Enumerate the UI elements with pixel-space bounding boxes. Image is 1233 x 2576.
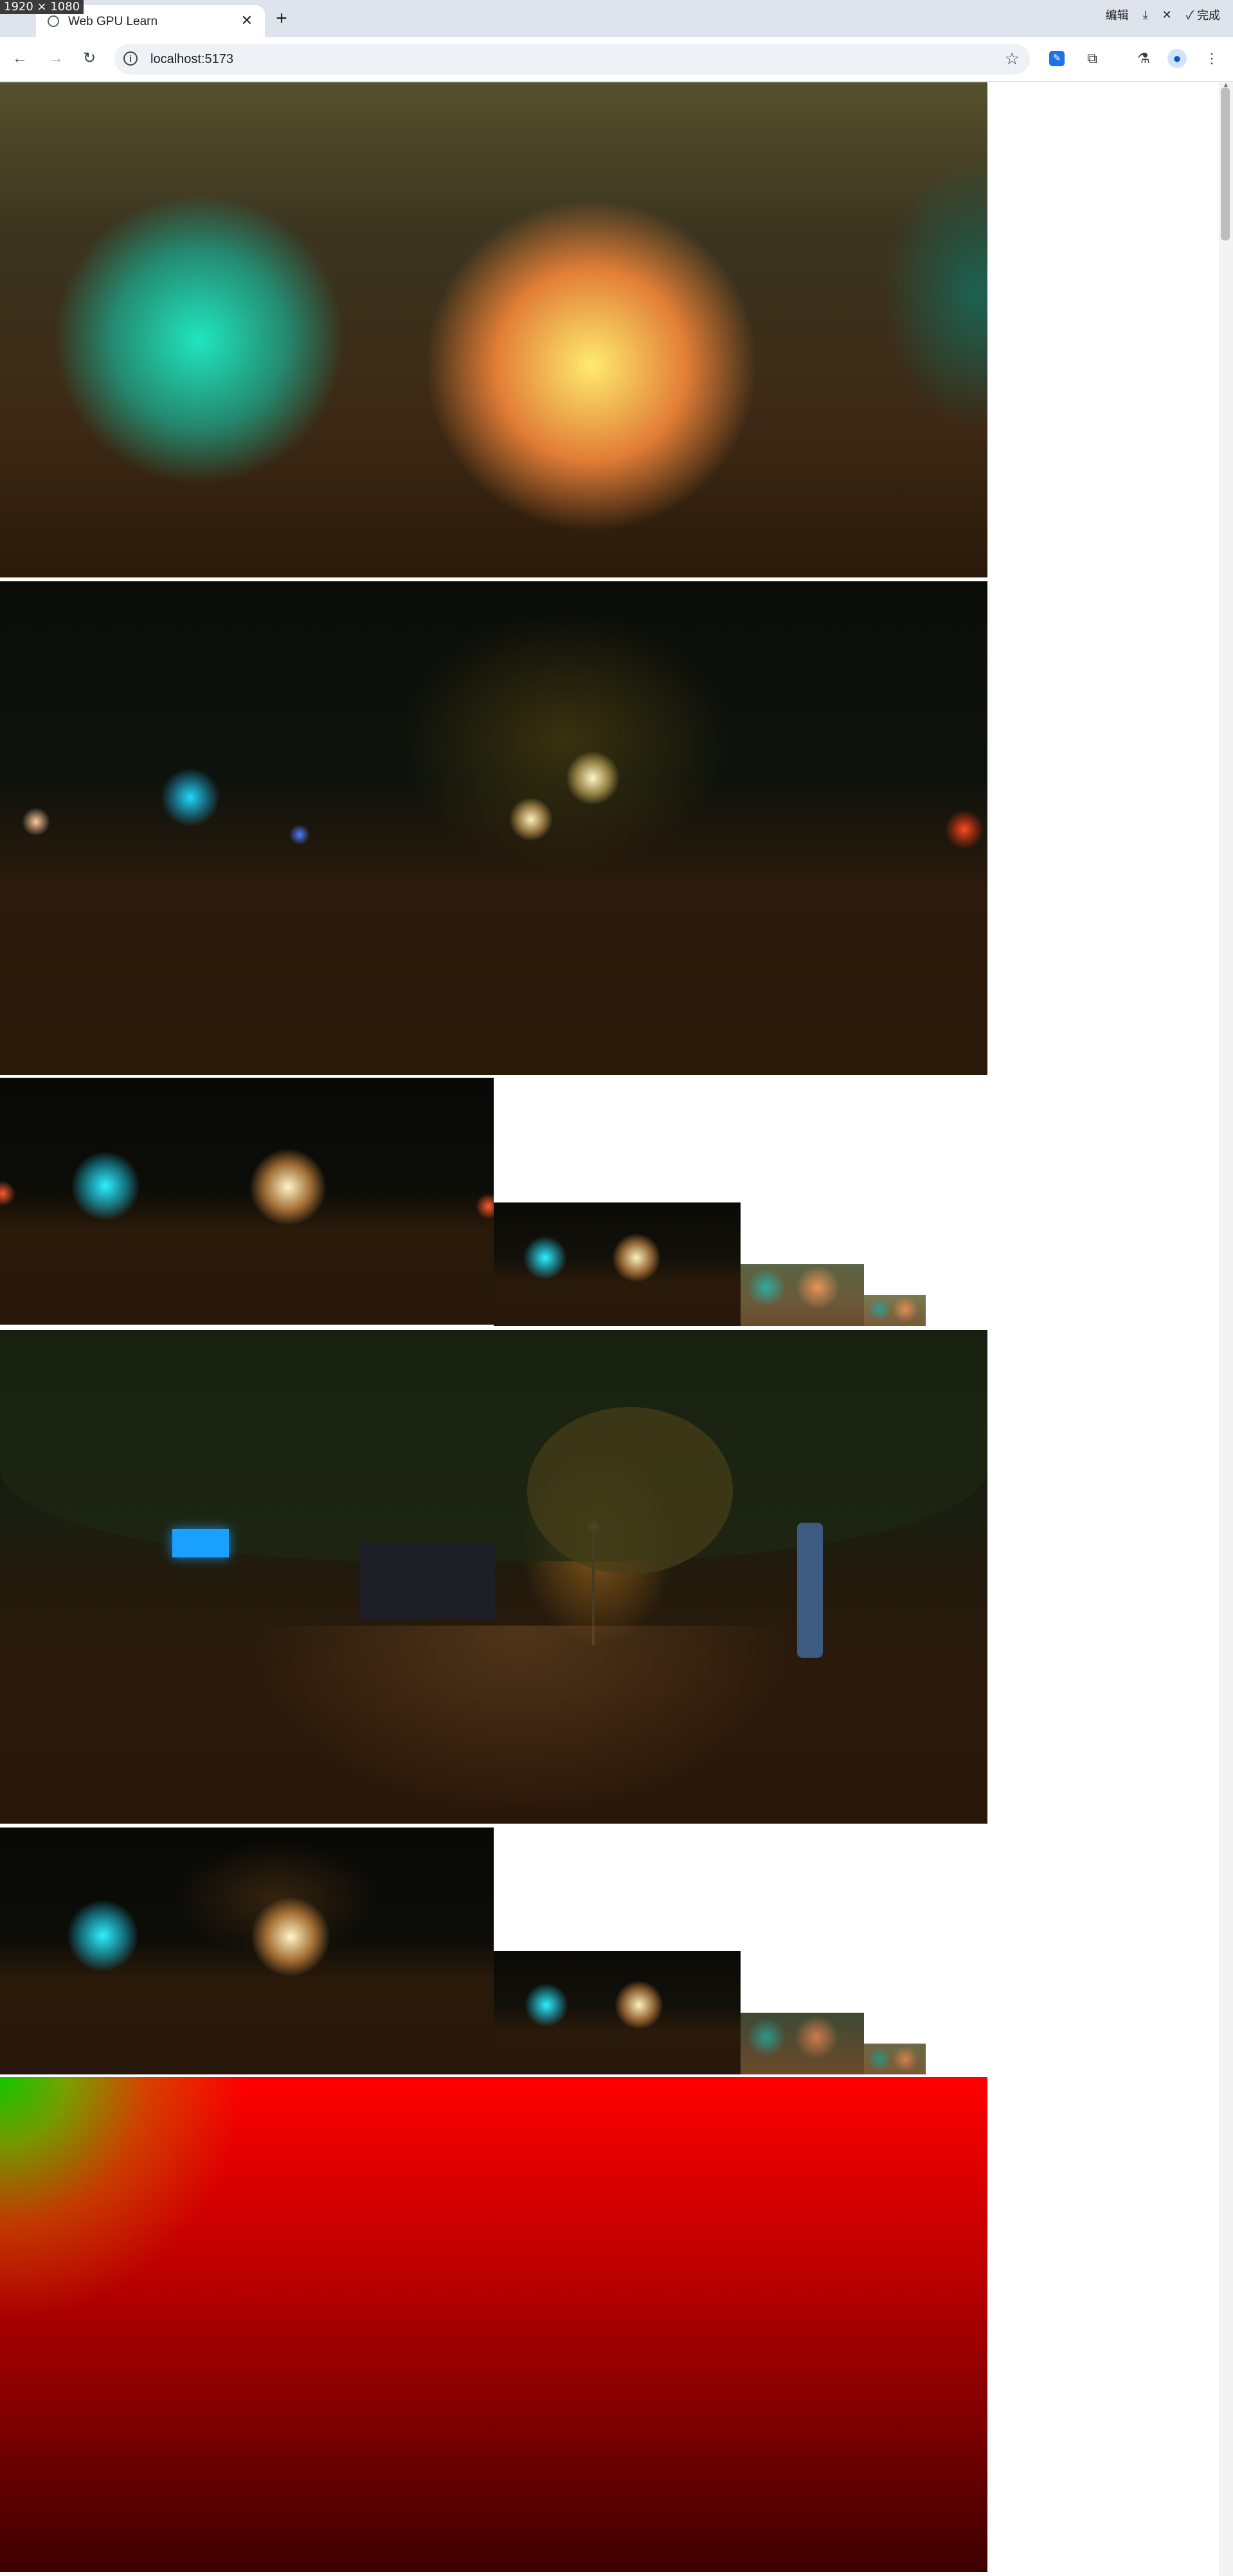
site-info-icon[interactable]: i (123, 51, 138, 66)
mip-b-level-3-canvas (864, 2044, 926, 2074)
url-text: localhost:5173 (150, 52, 233, 66)
done-label: 完成 (1197, 9, 1220, 22)
tab-title: Web GPU Learn (68, 15, 158, 28)
mip-level-2-canvas (741, 1264, 864, 1326)
address-bar[interactable]: i localhost:5173 ☆ (114, 44, 1030, 75)
brdf-lut-canvas (0, 2077, 987, 2572)
check-icon: ✓ (1185, 9, 1194, 22)
blue-sign (172, 1529, 229, 1557)
browser-toolbar: ← → ↻ i localhost:5173 ☆ ✎ ⧉ ⚗ ● ⋮ (0, 37, 1233, 82)
discard-icon[interactable]: ✕ (1158, 7, 1176, 23)
globe-icon (48, 15, 59, 27)
forward-icon[interactable]: → (45, 48, 67, 69)
scrollbar-thumb[interactable] (1221, 87, 1230, 240)
prefiltered-environment-canvas (0, 581, 987, 1075)
hdr-environment-canvas (0, 1330, 987, 1824)
building-shape (360, 1542, 495, 1619)
back-icon[interactable]: ← (9, 48, 31, 69)
tree-canopy (0, 1330, 987, 1561)
lit-foliage (527, 1407, 733, 1574)
download-icon[interactable]: ⤓ (1139, 7, 1152, 23)
mip-level-0-canvas (0, 1078, 494, 1325)
page-scrollbar[interactable] (1219, 82, 1233, 2576)
irradiance-map-canvas (0, 82, 987, 577)
new-tab-button[interactable]: + (270, 8, 293, 31)
mip-level-1-canvas (494, 1202, 741, 1326)
mip-b-level-0-canvas (0, 1828, 494, 2074)
done-button[interactable]: ✓ 完成 (1182, 5, 1224, 24)
profile-avatar-icon[interactable]: ● (1167, 49, 1187, 68)
labs-flask-icon[interactable]: ⚗ (1133, 48, 1155, 69)
tab-strip: Web GPU Learn ✕ + 编辑 ⤓ ✕ ✓ 完成 (0, 0, 1233, 37)
edit-button[interactable]: 编辑 (1102, 5, 1133, 24)
dimension-badge: 1920 × 1080 (0, 0, 84, 14)
screenshot-edit-tools: 编辑 ⤓ ✕ ✓ 完成 (1102, 4, 1224, 26)
bookmark-star-icon[interactable]: ☆ (1005, 49, 1020, 69)
reload-icon[interactable]: ↻ (78, 48, 100, 69)
extensions-puzzle-icon[interactable]: ⧉ (1081, 48, 1103, 69)
close-tab-icon[interactable]: ✕ (238, 12, 256, 30)
extension-icon[interactable]: ✎ (1049, 51, 1065, 66)
mip-level-3-canvas (864, 1295, 926, 1326)
lit-path (244, 1626, 797, 1819)
mip-b-level-2-canvas (741, 2013, 864, 2074)
tree-trunk (797, 1523, 823, 1658)
mip-b-level-1-canvas (494, 1951, 741, 2074)
menu-icon[interactable]: ⋮ (1201, 48, 1223, 69)
